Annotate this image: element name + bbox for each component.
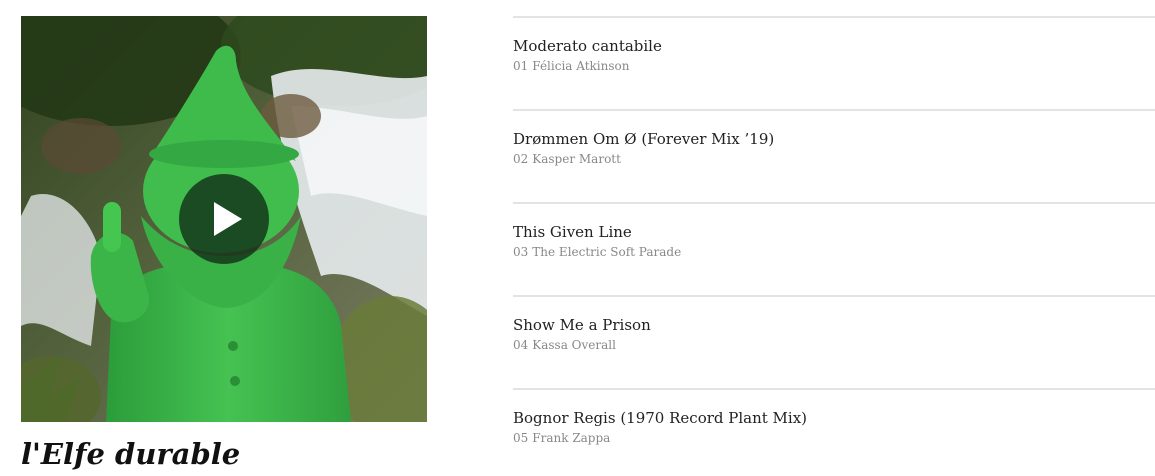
track-artist: Frank Zappa: [532, 431, 611, 445]
track-item[interactable]: Bognor Regis (1970 Record Plant Mix) 05 F…: [513, 388, 1155, 476]
track-item[interactable]: Drømmen Om Ø (Forever Mix ’19) 02 Kasper …: [513, 109, 1155, 202]
album-cover-image[interactable]: [21, 16, 427, 422]
track-title: Moderato cantabile: [513, 37, 662, 55]
track-item[interactable]: This Given Line 03 The Electric Soft Para…: [513, 202, 1155, 295]
track-number: 02: [513, 152, 529, 166]
track-meta: 02 Kasper Marott: [513, 151, 621, 167]
track-number: 05: [513, 431, 529, 445]
track-item[interactable]: Moderato cantabile 01 Félicia Atkinson: [513, 16, 1155, 109]
track-title: This Given Line: [513, 223, 632, 241]
play-icon: [214, 202, 242, 236]
track-title: Drømmen Om Ø (Forever Mix ’19): [513, 130, 775, 148]
track-title: Show Me a Prison: [513, 316, 651, 334]
album-page: l'Elfe durable Moderato cantabile 01 Féli…: [0, 0, 1155, 476]
track-number: 01: [513, 59, 529, 73]
track-artist: Félicia Atkinson: [532, 59, 630, 73]
track-meta: 03 The Electric Soft Parade: [513, 244, 681, 260]
track-title: Bognor Regis (1970 Record Plant Mix): [513, 409, 808, 427]
track-number: 03: [513, 245, 529, 259]
track-list: Moderato cantabile 01 Félicia Atkinson Dr…: [513, 16, 1155, 476]
track-item[interactable]: Show Me a Prison 04 Kassa Overall: [513, 295, 1155, 388]
play-button[interactable]: [179, 174, 269, 264]
track-artist: The Electric Soft Parade: [532, 245, 682, 259]
track-artist: Kassa Overall: [532, 338, 616, 352]
track-meta: 04 Kassa Overall: [513, 337, 616, 353]
track-meta: 05 Frank Zappa: [513, 430, 610, 446]
track-artist: Kasper Marott: [532, 152, 621, 166]
album-title: l'Elfe durable: [21, 437, 241, 471]
track-number: 04: [513, 338, 529, 352]
track-meta: 01 Félicia Atkinson: [513, 58, 629, 74]
